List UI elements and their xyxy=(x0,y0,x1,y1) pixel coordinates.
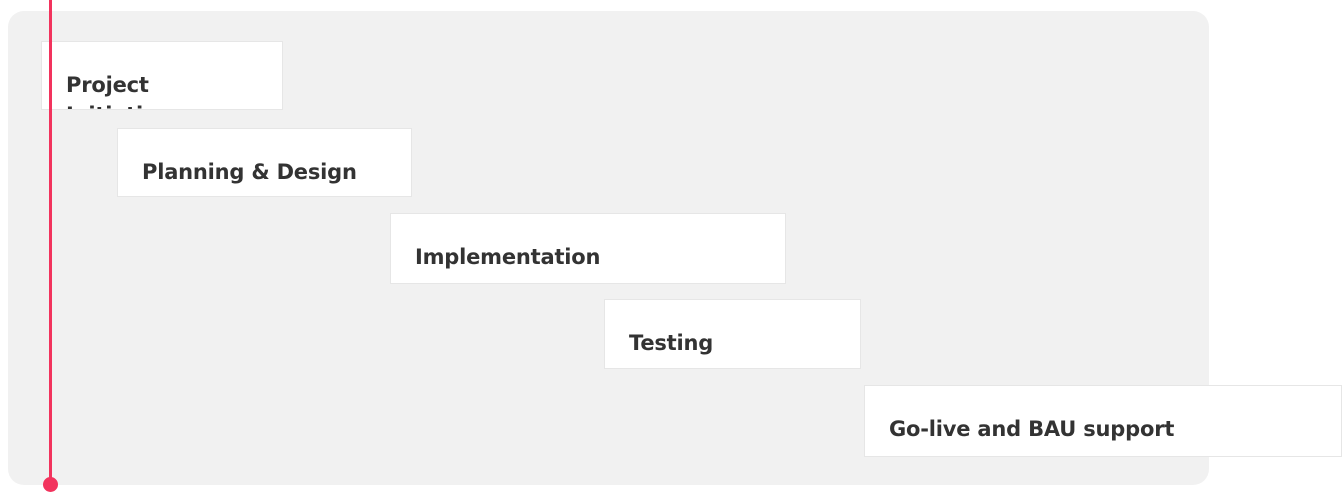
current-time-marker[interactable] xyxy=(43,477,58,492)
phase-card-go-live: Go-live and BAU support xyxy=(864,385,1342,457)
phase-label: Planning & Design xyxy=(142,160,357,184)
current-time-line xyxy=(49,0,52,482)
phase-card-implementation: Implementation xyxy=(390,213,786,284)
phase-label: Project Initiation xyxy=(66,73,172,109)
phase-label: Implementation xyxy=(415,245,601,269)
phase-card-planning-design: Planning & Design xyxy=(117,128,412,197)
phase-label: Testing xyxy=(629,331,714,355)
phase-card-project-initiation: Project Initiation xyxy=(41,41,283,110)
phase-card-testing: Testing xyxy=(604,299,861,369)
phase-label: Go-live and BAU support xyxy=(889,417,1175,441)
